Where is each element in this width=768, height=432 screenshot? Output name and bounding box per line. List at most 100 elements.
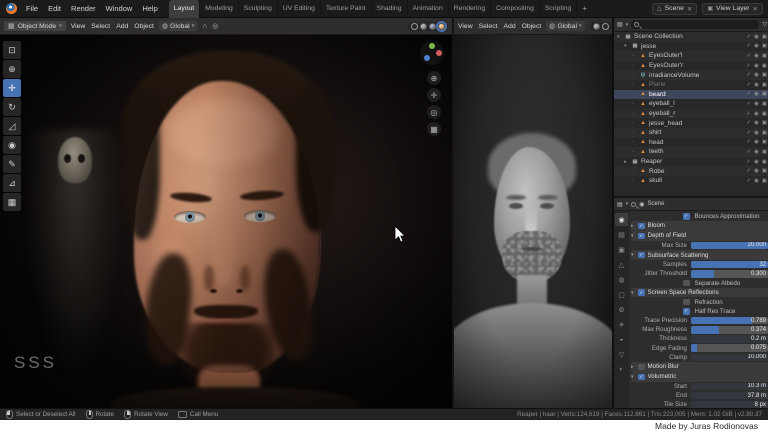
workspace-tab[interactable]: Modeling [200,0,239,18]
property-row[interactable]: Max Roughness 0.374 [631,325,768,334]
workspace-tab[interactable]: UV Editing [278,0,321,18]
orientation-dropdown[interactable]: ◍ Global ▾ [158,21,198,31]
add-workspace-button[interactable]: + [577,4,592,13]
menu-item[interactable]: Edit [43,4,66,13]
camera-view-icon[interactable]: ◎ [427,105,441,119]
outliner-row[interactable]: · ▲ eyeball_r ✓ ◉ ▣ [614,109,768,119]
selectable-checkbox-icon[interactable]: ✓ [746,53,751,59]
hide-eye-icon[interactable]: ◉ [754,91,759,97]
checkbox[interactable]: ✓ [683,213,690,220]
property-row[interactable]: Thickness 0.2 m [631,335,768,344]
checkbox[interactable] [683,298,690,306]
hide-eye-icon[interactable]: ◉ [754,63,759,69]
expand-icon[interactable]: · [632,82,639,88]
render-visibility-icon[interactable]: ▣ [762,159,767,165]
orientation-dropdown[interactable]: ◍ Global ▾ [546,21,585,31]
outliner-row[interactable]: · ▲ shirt ✓ ◉ ▣ [614,128,768,138]
properties-tab-icon[interactable]: ▤ [615,228,628,241]
view-layer-selector[interactable]: ▣ View Layer ✕ [702,2,763,15]
snap-magnet-icon[interactable]: ∩ [202,23,207,30]
viewport-menu-item[interactable]: View [458,23,473,30]
properties-tab-icon[interactable]: ▣ [615,243,628,256]
render-visibility-icon[interactable]: ▣ [762,53,767,59]
workspace-tab[interactable]: Sculpting [239,0,278,18]
selectable-checkbox-icon[interactable]: ✓ [746,178,751,184]
outliner-row[interactable]: ▾ ▦ jesse ✓ ◉ ▣ [614,42,768,52]
outliner-row[interactable]: · ▲ beard ✓ ◉ ▣ [614,89,768,100]
viewport-menu-item[interactable]: View [71,23,86,30]
outliner-row[interactable]: · ▲ teeth ✓ ◉ ▣ [614,147,768,157]
selectable-checkbox-icon[interactable]: ✓ [746,34,751,40]
property-row[interactable]: Start 10.3 m [631,382,768,391]
render-visibility-icon[interactable]: ▣ [762,91,767,97]
selectable-checkbox-icon[interactable]: ✓ [746,91,751,97]
hide-eye-icon[interactable]: ◉ [754,159,759,165]
panel-disclosure-icon[interactable]: ▾ [631,233,638,239]
viewport-menu-item[interactable]: Add [504,23,516,30]
checkbox[interactable] [683,279,690,287]
property-field[interactable]: 37.8 m [691,391,768,400]
menu-item[interactable]: Help [137,4,162,13]
render-visibility-icon[interactable]: ▣ [762,43,767,49]
editor-type-icon[interactable]: ▤ [617,21,623,28]
expand-icon[interactable]: · [632,53,639,59]
hide-eye-icon[interactable]: ◉ [754,53,759,59]
hide-eye-icon[interactable]: ◉ [754,139,759,145]
expand-icon[interactable]: ▾ [617,34,624,40]
properties-tab-icon[interactable]: ▢ [615,288,628,301]
panel-disclosure-icon[interactable]: ▾ [631,290,638,296]
menu-item[interactable]: Render [66,4,101,13]
render-visibility-icon[interactable]: ▣ [762,72,767,78]
outliner-search-input[interactable] [631,20,760,29]
properties-tab-icon[interactable]: ◒ [615,333,628,346]
expand-icon[interactable]: · [632,91,639,97]
selectable-checkbox-icon[interactable]: ✓ [746,111,751,117]
tool-button[interactable]: ⊿ [3,174,21,192]
outliner-row[interactable]: · ▲ Plane ✓ ◉ ▣ [614,80,768,90]
selectable-checkbox-icon[interactable]: ✓ [746,120,751,126]
unlink-scene-icon[interactable]: ✕ [687,5,692,13]
expand-icon[interactable]: ▸ [624,159,631,165]
expand-icon[interactable]: · [632,63,639,69]
navigation-gizmo[interactable] [420,41,444,65]
viewport-3d-sculpt[interactable] [452,35,612,408]
property-row[interactable]: Edge Fading 0.075 [631,344,768,353]
checkbox[interactable] [638,363,645,371]
material-shading-icon[interactable] [429,22,436,30]
property-row[interactable]: Clamp 10.000 [631,353,768,362]
viewport-menu-item[interactable]: Add [116,23,128,30]
property-row[interactable]: ▾ ✓ Depth of Field [631,231,768,241]
property-row[interactable]: ▾ ✓ Screen Space Reflections [631,287,768,298]
property-row[interactable]: Trace Precision 0.789 [631,316,768,325]
render-visibility-icon[interactable]: ▣ [762,101,767,107]
expand-icon[interactable]: · [632,168,639,174]
property-row[interactable]: End 37.8 m [631,391,768,400]
workspace-tab[interactable]: Scripting [540,0,578,18]
hide-eye-icon[interactable]: ◉ [754,130,759,136]
selectable-checkbox-icon[interactable]: ✓ [746,159,751,165]
tool-button[interactable]: ◉ [3,136,21,154]
selectable-checkbox-icon[interactable]: ✓ [746,63,751,69]
render-visibility-icon[interactable]: ▣ [762,130,767,136]
property-field[interactable]: 10.000 [691,353,768,362]
properties-tab-icon[interactable]: ◉ [615,213,628,226]
workspace-tab[interactable]: Shading [372,0,408,18]
tool-button[interactable]: ↻ [3,98,21,116]
menu-item[interactable]: Window [101,4,138,13]
mode-dropdown[interactable]: ▦ Object Mode ▾ [4,21,66,31]
properties-tab-icon[interactable]: △ [615,258,628,271]
property-row[interactable]: Jitter Threshold 0.300 [631,270,768,279]
solid-shading-icon[interactable] [592,22,600,30]
property-row[interactable]: ✓ Half Res Trace [631,307,768,316]
property-field[interactable]: 0.374 [691,325,768,334]
render-visibility-icon[interactable]: ▣ [762,178,767,184]
panel-disclosure-icon[interactable]: ▾ [631,374,638,380]
property-row[interactable]: Separate Albedo [631,279,768,288]
perspective-toggle-icon[interactable]: ▦ [427,122,441,136]
search-icon[interactable] [631,201,637,207]
property-row[interactable]: ▾ ✓ Subsurface Scattering [631,250,768,260]
checkbox[interactable]: ✓ [638,222,645,230]
selectable-checkbox-icon[interactable]: ✓ [746,72,751,78]
selectable-checkbox-icon[interactable]: ✓ [746,101,751,107]
tool-button[interactable]: ✎ [3,155,21,173]
